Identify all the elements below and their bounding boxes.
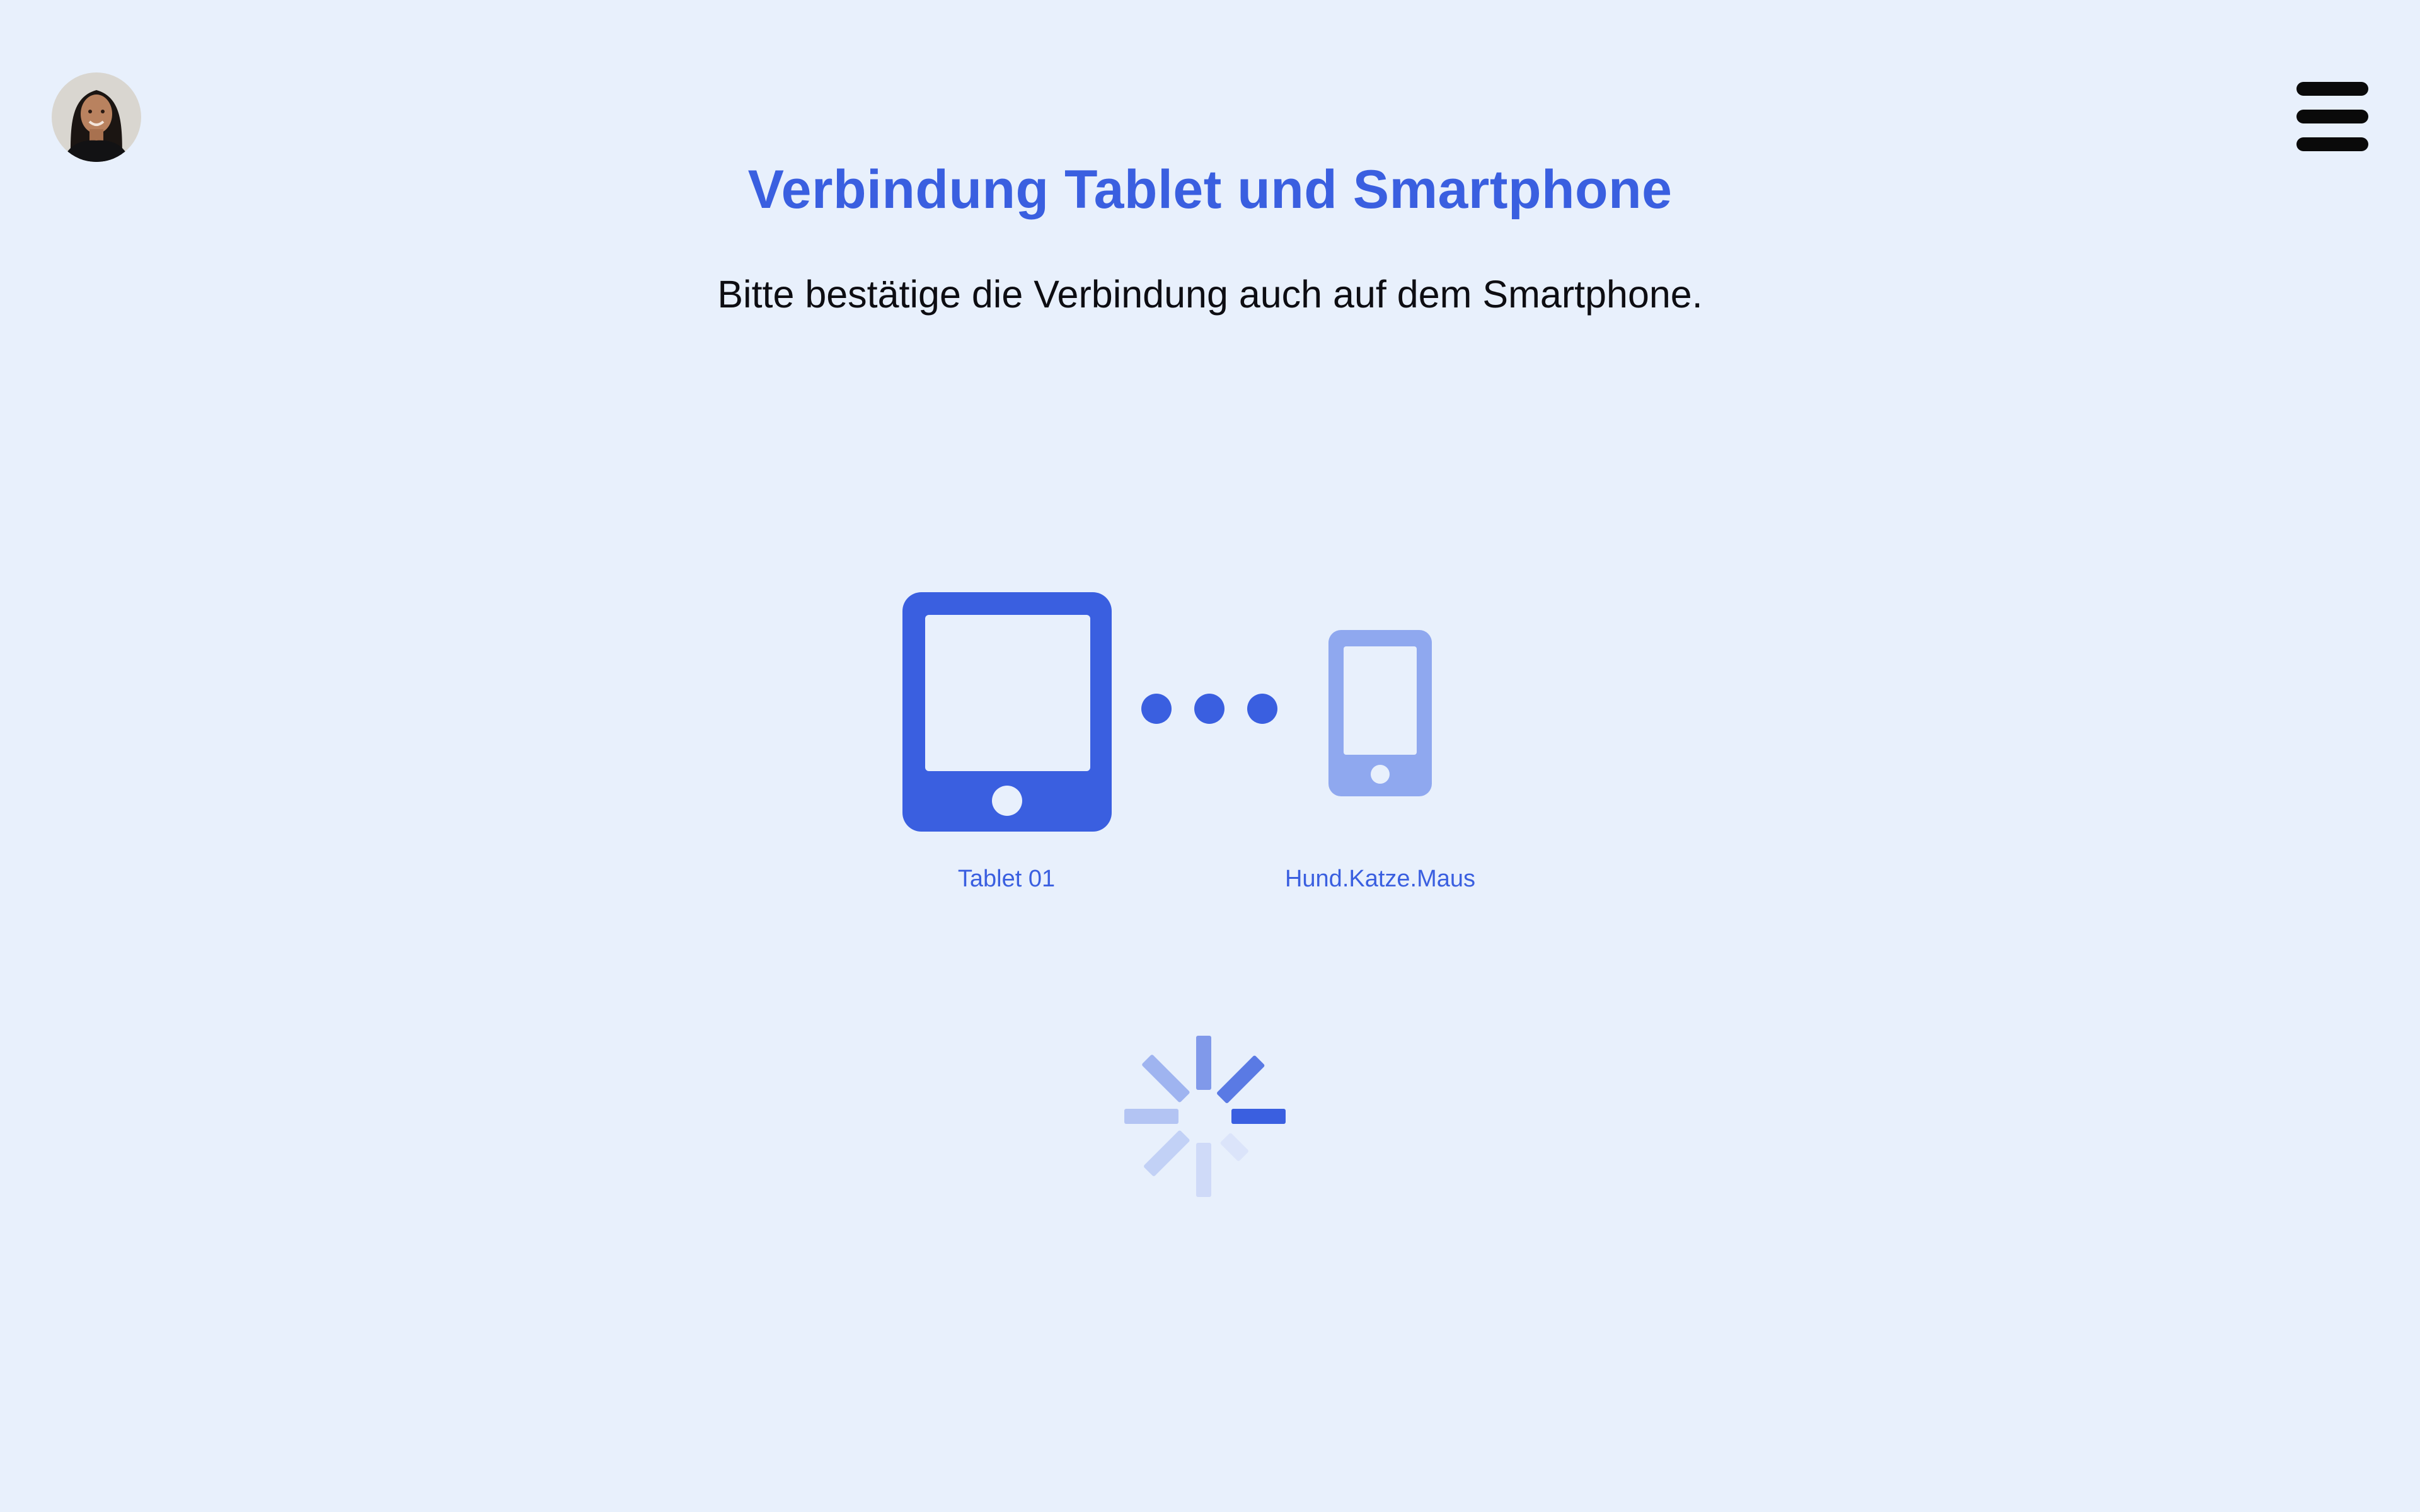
tablet-icon [902, 592, 1112, 832]
smartphone-icon [1328, 630, 1432, 796]
device-connection-graphic [902, 592, 1432, 832]
page-subtitle: Bitte bestätige die Verbindung auch auf … [717, 273, 1703, 316]
user-avatar[interactable] [52, 72, 141, 162]
tablet-label: Tablet 01 [957, 866, 1056, 892]
avatar-photo-icon [52, 72, 141, 162]
connection-screen: Verbindung Tablet und Smartphone Bitte b… [0, 0, 2420, 1512]
menu-button[interactable] [2294, 79, 2372, 154]
page-title: Verbindung Tablet und Smartphone [747, 159, 1673, 220]
three-dots-connection-icon [1141, 694, 1277, 724]
loading-spinner-icon [1124, 1036, 1286, 1197]
loading-spinner [1110, 1022, 1299, 1214]
device-connection [895, 586, 1462, 841]
hamburger-menu-icon [2296, 82, 2368, 151]
smartphone-label: Hund.Katze.Maus [1284, 866, 1476, 892]
